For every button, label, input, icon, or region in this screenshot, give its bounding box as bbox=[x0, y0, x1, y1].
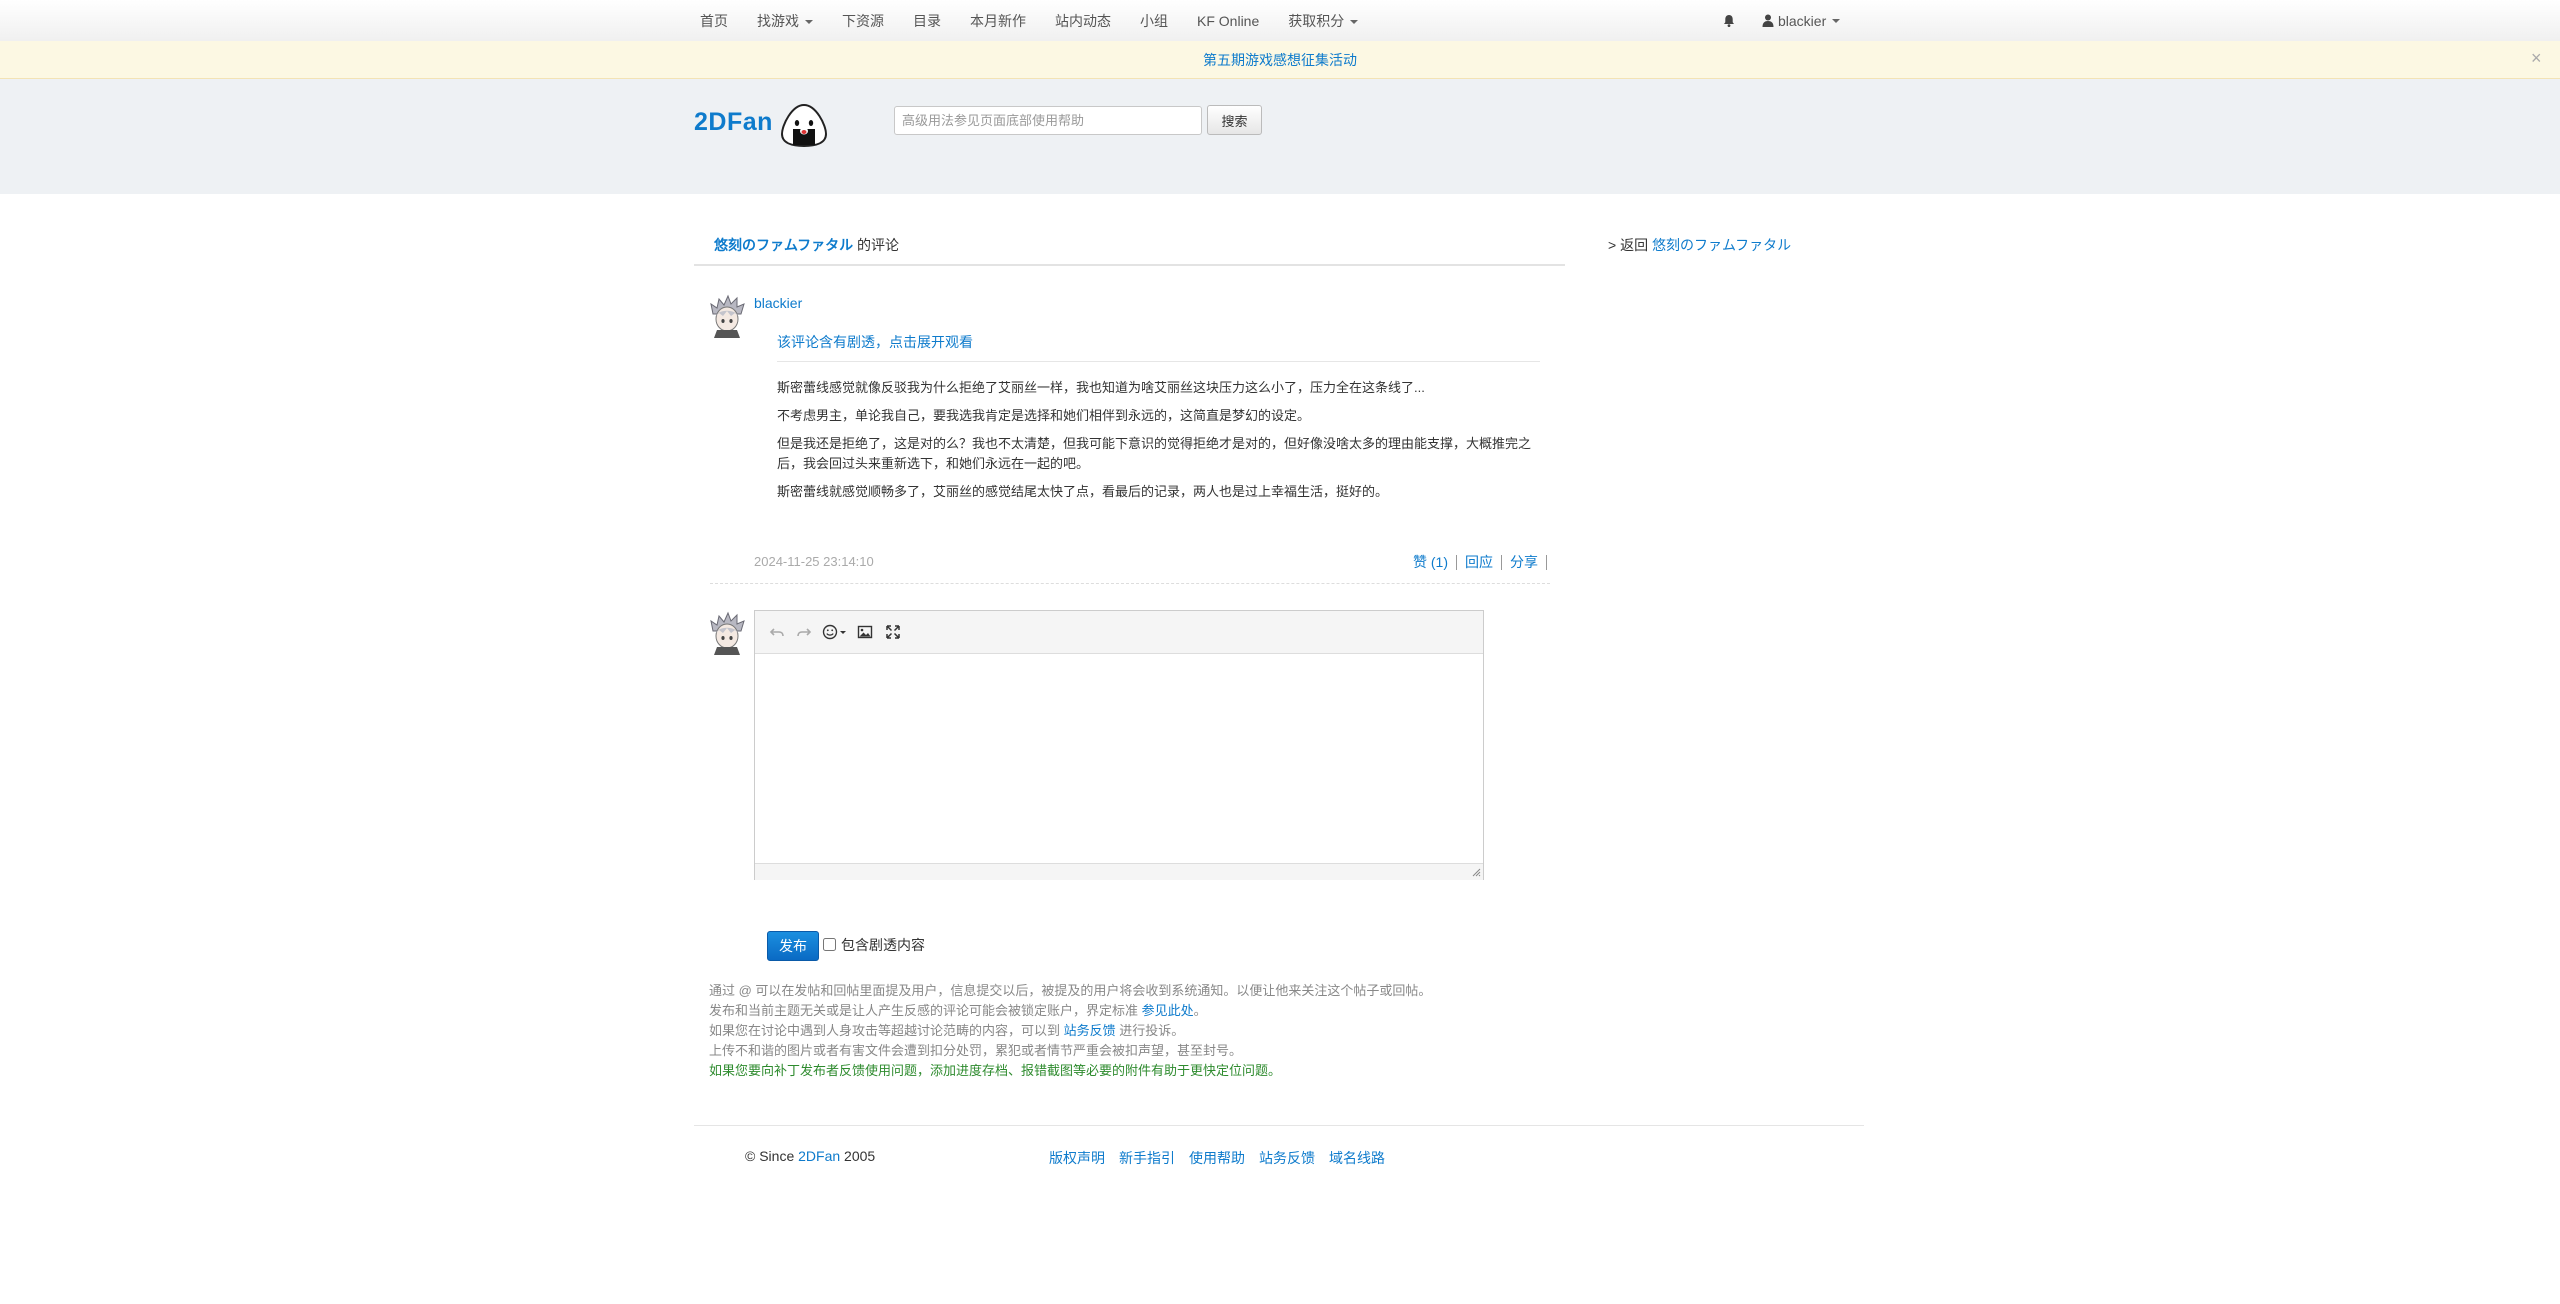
review-paragraph: 斯密蕾线就感觉顺畅多了，艾丽丝的感觉结尾太快了点，看最后的记录，两人也是过上幸福… bbox=[777, 484, 1389, 499]
user-icon bbox=[1762, 14, 1774, 27]
note-text: 如果您在讨论中遇到人身攻击等超越讨论范畴的内容，可以到 bbox=[709, 1023, 1064, 1038]
footer-link-domains[interactable]: 域名线路 bbox=[1329, 1148, 1385, 1168]
review-paragraph: 不考虑男主，单论我自己，要我选我肯定是选择和她们相伴到永远的，这简直是梦幻的设定… bbox=[777, 408, 1311, 423]
undo-icon[interactable] bbox=[769, 623, 785, 641]
resize-handle-icon[interactable] bbox=[1471, 867, 1481, 877]
posting-notes: 通过 @ 可以在发帖和回帖里面提及用户，信息提交以后，被提及的用户将会收到系统通… bbox=[709, 981, 1431, 1081]
announcement-link[interactable]: 第五期游戏感想征集活动 bbox=[1203, 50, 1357, 70]
author-name-link[interactable]: blackier bbox=[754, 295, 802, 311]
search-input[interactable] bbox=[894, 106, 1202, 135]
note-line: 如果您在讨论中遇到人身攻击等超越讨论范畴的内容，可以到 站务反馈 进行投诉。 bbox=[709, 1021, 1431, 1041]
note-text: 进行投诉。 bbox=[1115, 1023, 1185, 1038]
username-label: blackier bbox=[1778, 12, 1827, 29]
copyright-suffix: 2005 bbox=[840, 1148, 876, 1164]
nav-item-kf-online[interactable]: KF Online bbox=[1197, 13, 1259, 29]
nav-item-find-games[interactable]: 找游戏 bbox=[757, 11, 813, 31]
site-logo[interactable]: 2DFan bbox=[694, 108, 773, 137]
game-title-link[interactable]: 悠刻のファムファタル bbox=[714, 237, 853, 253]
search-button[interactable]: 搜索 bbox=[1207, 105, 1262, 135]
user-menu[interactable]: blackier bbox=[1762, 12, 1841, 29]
share-button[interactable]: 分享 bbox=[1510, 552, 1538, 572]
copyright-prefix: © Since bbox=[745, 1148, 799, 1164]
review-paragraph: 斯密蕾线感觉就像反驳我为什么拒绝了艾丽丝一样，我也知道为啥艾丽丝这块压力这么小了… bbox=[777, 380, 1425, 395]
note-line: 如果您要向补丁发布者反馈使用问题，添加进度存档、报错截图等必要的附件有助于更快定… bbox=[709, 1063, 1282, 1078]
caret-down-icon bbox=[1350, 19, 1359, 24]
note-line: 通过 @ 可以在发帖和回帖里面提及用户，信息提交以后，被提及的用户将会收到系统通… bbox=[709, 983, 1432, 998]
divider bbox=[1456, 554, 1457, 570]
nav-item-downloads[interactable]: 下资源 bbox=[842, 11, 884, 31]
nav-item-site-activity[interactable]: 站内动态 bbox=[1055, 11, 1111, 31]
nav-item-new-releases[interactable]: 本月新作 bbox=[970, 11, 1026, 31]
top-navbar: 首页 找游戏 下资源 目录 本月新作 站内动态 小组 KF Online 获取积… bbox=[0, 0, 2560, 42]
divider bbox=[777, 361, 1540, 362]
divider bbox=[694, 1125, 1864, 1126]
copyright: © Since 2DFan 2005 bbox=[745, 1148, 875, 1164]
page-title: 悠刻のファムファタル 的评论 bbox=[714, 235, 899, 255]
note-line: 上传不和谐的图片或者有害文件会遭到扣分处罚，累犯或者情节严重会被扣声望，甚至封号… bbox=[709, 1043, 1243, 1058]
site-link[interactable]: 2DFan bbox=[798, 1148, 840, 1164]
rules-link[interactable]: 参见此处 bbox=[1142, 1003, 1194, 1018]
nav-item-label: 找游戏 bbox=[757, 12, 799, 29]
note-text: 。 bbox=[1193, 1003, 1207, 1018]
nav-item-catalog[interactable]: 目录 bbox=[913, 11, 941, 31]
back-prefix: > 返回 bbox=[1608, 237, 1652, 253]
note-text: 发布和当前主题无关或是让人产生反感的评论可能会被锁定账户，界定标准 bbox=[709, 1003, 1142, 1018]
footer-link-feedback[interactable]: 站务反馈 bbox=[1259, 1148, 1315, 1168]
nav-item-home[interactable]: 首页 bbox=[700, 11, 728, 31]
fullscreen-icon[interactable] bbox=[885, 623, 901, 641]
spoiler-checkbox-label: 包含剧透内容 bbox=[841, 937, 925, 953]
divider bbox=[710, 583, 1550, 584]
spoiler-toggle-link[interactable]: 该评论含有剧透，点击展开观看 bbox=[777, 332, 973, 352]
title-suffix: 的评论 bbox=[853, 237, 900, 253]
announcement-bar: 第五期游戏感想征集活动 × bbox=[0, 41, 2560, 79]
bell-icon[interactable] bbox=[1722, 14, 1736, 28]
review-body: 斯密蕾线感觉就像反驳我为什么拒绝了艾丽丝一样，我也知道为啥艾丽丝这块压力这么小了… bbox=[777, 378, 1537, 510]
caret-down-icon bbox=[1832, 18, 1841, 23]
close-icon[interactable]: × bbox=[2531, 49, 2542, 67]
reply-editor bbox=[754, 610, 1484, 880]
reply-button[interactable]: 回应 bbox=[1465, 552, 1493, 572]
nav-user-area: blackier bbox=[1722, 0, 1841, 41]
footer-link-copyright[interactable]: 版权声明 bbox=[1049, 1148, 1105, 1168]
review-actions: 赞 (1) 回应 分享 bbox=[1405, 552, 1547, 572]
redo-icon[interactable] bbox=[796, 623, 812, 641]
onigiri-mascot-icon[interactable] bbox=[779, 103, 829, 147]
current-user-avatar bbox=[710, 611, 745, 655]
feedback-link[interactable]: 站务反馈 bbox=[1064, 1023, 1116, 1038]
review-paragraph: 但是我还是拒绝了，这是对的么？我也不太清楚，但我可能下意识的觉得拒绝才是对的，但… bbox=[777, 436, 1532, 471]
review-timestamp: 2024-11-25 23:14:10 bbox=[754, 554, 874, 569]
footer-links: 版权声明 新手指引 使用帮助 站务反馈 域名线路 bbox=[1049, 1148, 1399, 1168]
author-avatar[interactable] bbox=[707, 294, 747, 338]
footer-link-newbie-guide[interactable]: 新手指引 bbox=[1119, 1148, 1175, 1168]
nav-menu: 首页 找游戏 下资源 目录 本月新作 站内动态 小组 KF Online 获取积… bbox=[700, 0, 1387, 41]
back-to-game: > 返回 悠刻のファムファタル bbox=[1608, 235, 1791, 255]
editor-statusbar bbox=[755, 863, 1483, 880]
spoiler-checkbox[interactable] bbox=[823, 938, 836, 951]
nav-item-groups[interactable]: 小组 bbox=[1140, 11, 1168, 31]
nav-item-earn-points[interactable]: 获取积分 bbox=[1288, 11, 1359, 31]
reply-textarea[interactable] bbox=[755, 654, 1483, 863]
header-band bbox=[0, 79, 2560, 194]
editor-toolbar bbox=[755, 611, 1483, 654]
nav-item-label: 获取积分 bbox=[1288, 12, 1345, 29]
publish-button[interactable]: 发布 bbox=[767, 931, 819, 961]
caret-down-icon bbox=[805, 19, 813, 24]
footer-link-help[interactable]: 使用帮助 bbox=[1189, 1148, 1245, 1168]
note-line: 发布和当前主题无关或是让人产生反感的评论可能会被锁定账户，界定标准 参见此处。 bbox=[709, 1001, 1431, 1021]
divider bbox=[1546, 554, 1547, 570]
image-icon[interactable] bbox=[857, 623, 873, 641]
emoji-icon[interactable] bbox=[822, 623, 848, 641]
review-title-bar: 悠刻のファムファタル 的评论 bbox=[694, 232, 1565, 266]
back-game-link[interactable]: 悠刻のファムファタル bbox=[1652, 237, 1791, 253]
like-button[interactable]: 赞 (1) bbox=[1413, 552, 1448, 572]
divider bbox=[1501, 554, 1502, 570]
